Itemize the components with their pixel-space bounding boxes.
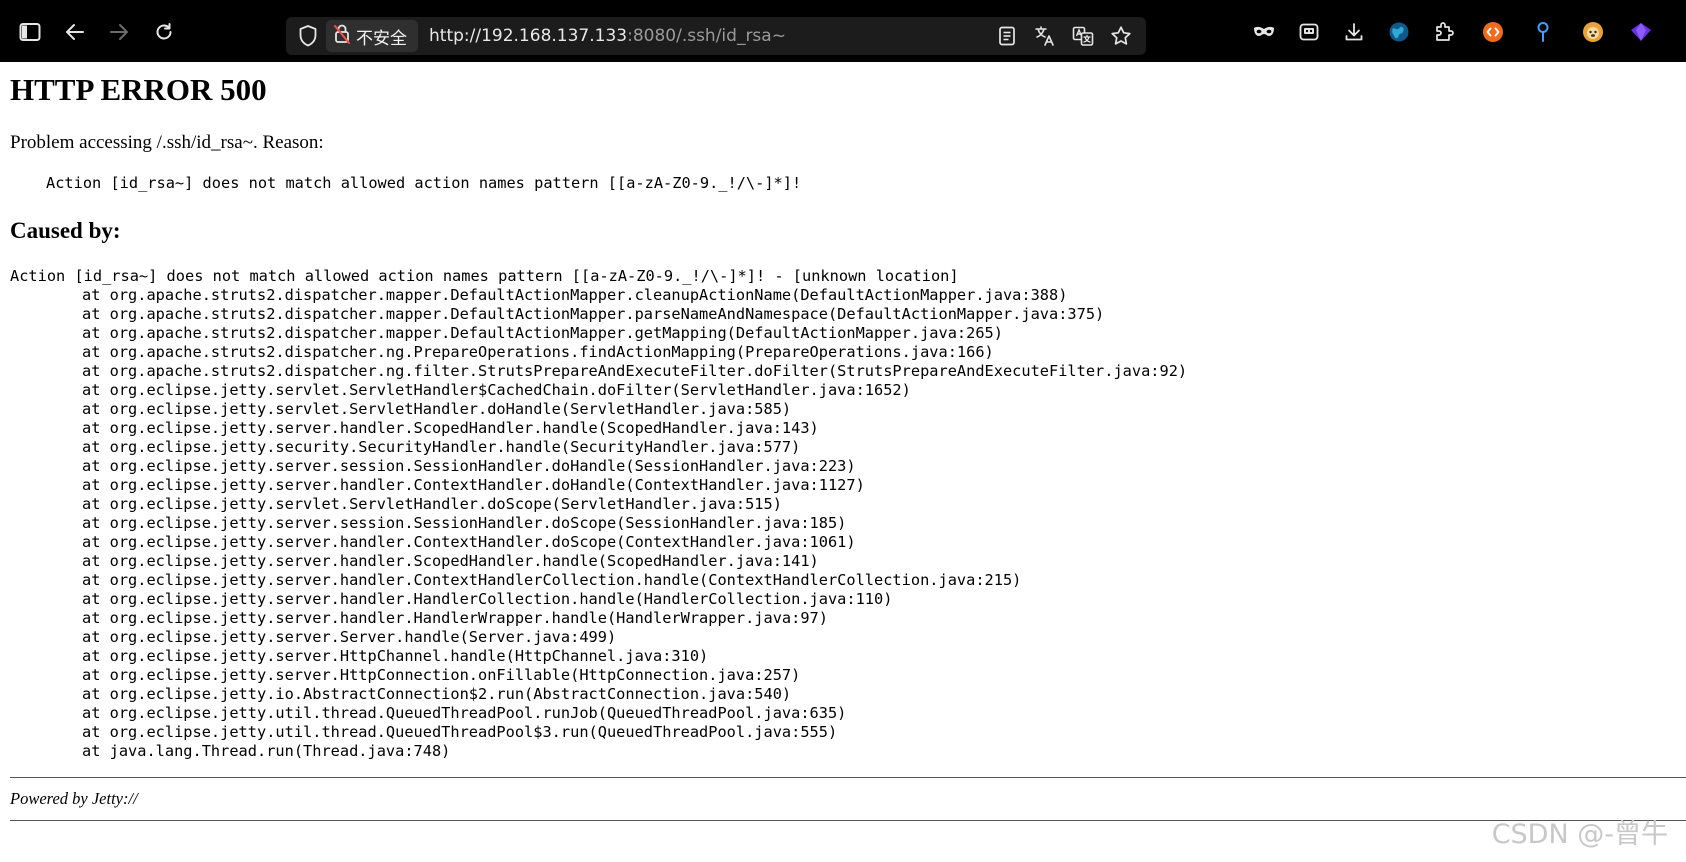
private-mask-icon[interactable]	[1249, 17, 1279, 47]
stack-frame: at org.apache.struts2.dispatcher.mapper.…	[82, 324, 1003, 342]
url-host: http://192.168.137.133	[429, 26, 628, 46]
bear-extension-icon[interactable]	[1578, 17, 1608, 47]
address-bar-actions	[992, 21, 1136, 51]
stack-frame: at org.eclipse.jetty.util.thread.QueuedT…	[82, 704, 847, 722]
purple-gem-icon[interactable]	[1626, 17, 1656, 47]
stack-frame: at org.eclipse.jetty.server.session.Sess…	[82, 514, 847, 532]
extension-icon[interactable]	[1294, 17, 1324, 47]
stack-frame: at org.eclipse.jetty.server.handler.Cont…	[82, 533, 856, 551]
stack-frame: at org.apache.struts2.dispatcher.ng.filt…	[82, 362, 1188, 380]
stack-frame: at java.lang.Thread.run(Thread.java:748)	[82, 742, 451, 760]
reason-message: Action [id_rsa~] does not match allowed …	[46, 174, 802, 192]
bookmark-star-icon[interactable]	[1106, 21, 1136, 51]
stack-frame: at org.eclipse.jetty.server.handler.Scop…	[82, 419, 819, 437]
stack-frame: at org.eclipse.jetty.server.handler.Cont…	[82, 476, 865, 494]
insecure-connection-chip[interactable]: 不安全	[326, 20, 418, 52]
stack-frame: at org.eclipse.jetty.server.handler.Cont…	[82, 571, 1022, 589]
stack-frame: at org.eclipse.jetty.server.handler.Hand…	[82, 590, 893, 608]
sidebar-toggle-icon[interactable]	[15, 17, 45, 47]
address-bar[interactable]: 不安全 http://192.168.137.133:8080/.ssh/id_…	[286, 17, 1146, 55]
location-pin-icon[interactable]	[1528, 17, 1558, 47]
stack-frame: at org.eclipse.jetty.server.session.Sess…	[82, 457, 856, 475]
stack-trace: Action [id_rsa~] does not match allowed …	[10, 267, 1187, 761]
stack-frame: at org.eclipse.jetty.server.HttpChannel.…	[82, 647, 709, 665]
problem-message: Problem accessing /.ssh/id_rsa~. Reason:	[10, 132, 324, 153]
globe-extension-icon[interactable]	[1384, 17, 1414, 47]
tracking-shield-icon[interactable]	[298, 24, 318, 52]
page-title: HTTP ERROR 500	[10, 72, 267, 107]
stack-frame: at org.eclipse.jetty.servlet.ServletHand…	[82, 381, 911, 399]
reader-view-icon[interactable]	[992, 21, 1022, 51]
page-translate-icon[interactable]	[1068, 21, 1098, 51]
back-arrow-icon[interactable]	[60, 17, 90, 47]
download-icon[interactable]	[1339, 17, 1369, 47]
url-path: :8080/.ssh/id_rsa~	[627, 26, 786, 46]
stack-frame: at org.eclipse.jetty.security.SecurityHa…	[82, 438, 801, 456]
exception-line: Action [id_rsa~] does not match allowed …	[10, 267, 959, 285]
stack-frame: at org.eclipse.jetty.io.AbstractConnecti…	[82, 685, 792, 703]
stack-frame: at org.eclipse.jetty.util.thread.QueuedT…	[82, 723, 838, 741]
insecure-label: 不安全	[356, 28, 407, 49]
divider	[10, 777, 1686, 778]
watermark: CSDN @-曾牛	[1491, 819, 1668, 850]
url-text[interactable]: http://192.168.137.133:8080/.ssh/id_rsa~	[429, 26, 786, 46]
puzzle-icon[interactable]	[1429, 17, 1459, 47]
stack-frame: at org.apache.struts2.dispatcher.ng.Prep…	[82, 343, 994, 361]
orange-extension-icon[interactable]	[1478, 17, 1508, 47]
error-page: HTTP ERROR 500 Problem accessing /.ssh/i…	[0, 62, 1686, 862]
stack-frame: at org.apache.struts2.dispatcher.mapper.…	[82, 305, 1105, 323]
stack-frame: at org.eclipse.jetty.server.HttpConnecti…	[82, 666, 801, 684]
stack-frame: at org.eclipse.jetty.servlet.ServletHand…	[82, 400, 792, 418]
reload-icon[interactable]	[149, 17, 179, 47]
browser-toolbar: 不安全 http://192.168.137.133:8080/.ssh/id_…	[0, 0, 1686, 62]
stack-frame: at org.eclipse.jetty.server.handler.Hand…	[82, 609, 828, 627]
powered-by-footer: Powered by Jetty://	[10, 789, 138, 808]
forward-arrow-icon[interactable]	[104, 17, 134, 47]
stack-frame: at org.apache.struts2.dispatcher.mapper.…	[82, 286, 1068, 304]
insecure-lock-icon	[334, 23, 350, 49]
divider	[10, 820, 1686, 821]
translate-icon[interactable]	[1030, 21, 1060, 51]
caused-by-heading: Caused by:	[10, 218, 121, 243]
stack-frame: at org.eclipse.jetty.server.handler.Scop…	[82, 552, 819, 570]
stack-frame: at org.eclipse.jetty.servlet.ServletHand…	[82, 495, 782, 513]
stack-frame: at org.eclipse.jetty.server.Server.handl…	[82, 628, 617, 646]
